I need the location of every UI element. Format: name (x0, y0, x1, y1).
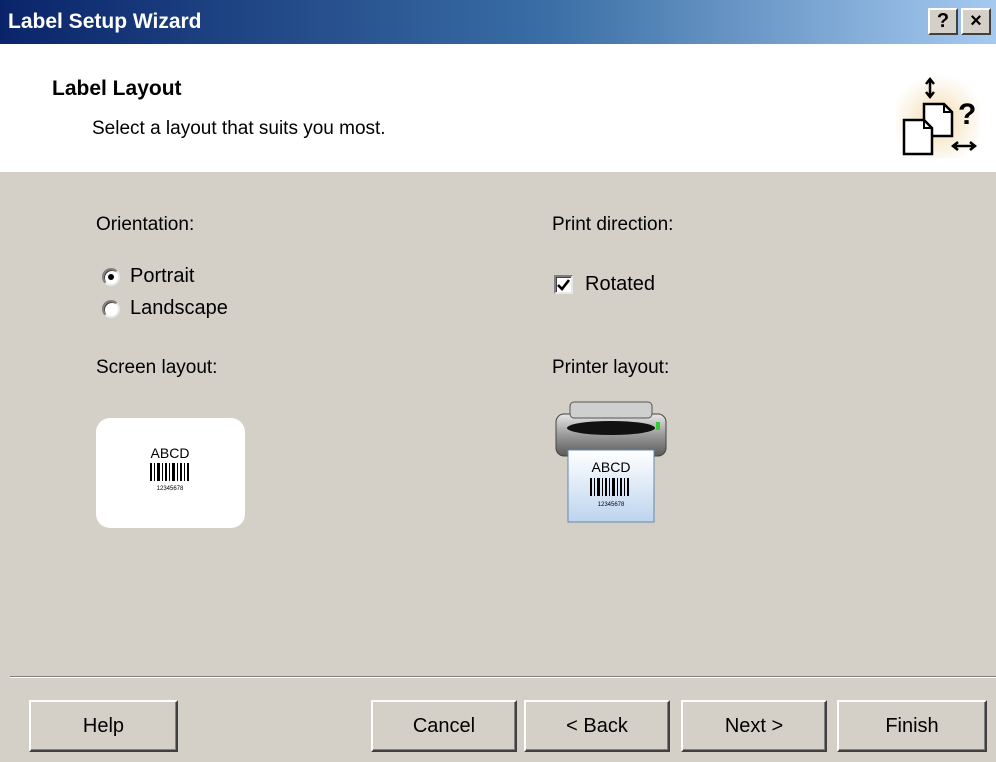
layout-help-icon: ? (896, 74, 980, 158)
landscape-label: Landscape (130, 297, 228, 319)
screen-preview-number: 12345678 (157, 486, 184, 492)
help-button[interactable]: Help (29, 700, 178, 752)
title-close-button[interactable]: × (961, 8, 991, 35)
print-direction-label: Print direction: (552, 214, 674, 235)
rotated-option[interactable]: Rotated (554, 273, 655, 296)
finish-button[interactable]: Finish (837, 700, 987, 752)
window-title: Label Setup Wizard (8, 10, 202, 33)
printer-layout-label: Printer layout: (552, 357, 670, 378)
landscape-radio[interactable] (102, 299, 120, 318)
checkmark-icon (557, 278, 570, 291)
label-preview-image: ABCD 12345678 (150, 445, 190, 492)
printer-icon: ABCD 12345678 (555, 401, 667, 523)
printer-preview-text: ABCD (592, 459, 631, 475)
svg-text:?: ? (958, 98, 976, 131)
portrait-option[interactable]: Portrait (102, 265, 194, 288)
wizard-header: Label Layout Select a layout that suits … (0, 44, 996, 172)
rotated-label: Rotated (585, 273, 656, 295)
button-separator (10, 676, 996, 678)
title-help-button[interactable]: ? (928, 8, 958, 35)
next-button[interactable]: Next > (681, 700, 827, 752)
screen-layout-preview: ABCD 12345678 (96, 418, 245, 528)
page-subtitle: Select a layout that suits you most. (92, 118, 386, 139)
landscape-option[interactable]: Landscape (102, 297, 228, 320)
portrait-radio[interactable] (102, 267, 120, 286)
cancel-button[interactable]: Cancel (371, 700, 517, 752)
title-bar[interactable]: Label Setup Wizard ? × (0, 0, 996, 44)
printer-layout-preview: ABCD 12345678 (552, 400, 672, 530)
portrait-label: Portrait (130, 265, 195, 287)
rotated-checkbox[interactable] (554, 275, 573, 294)
printer-preview-number: 12345678 (598, 502, 625, 508)
orientation-label: Orientation: (96, 214, 195, 235)
screen-layout-label: Screen layout: (96, 357, 218, 378)
screen-preview-text: ABCD (151, 445, 190, 461)
back-button[interactable]: < Back (524, 700, 670, 752)
page-title: Label Layout (52, 77, 182, 100)
